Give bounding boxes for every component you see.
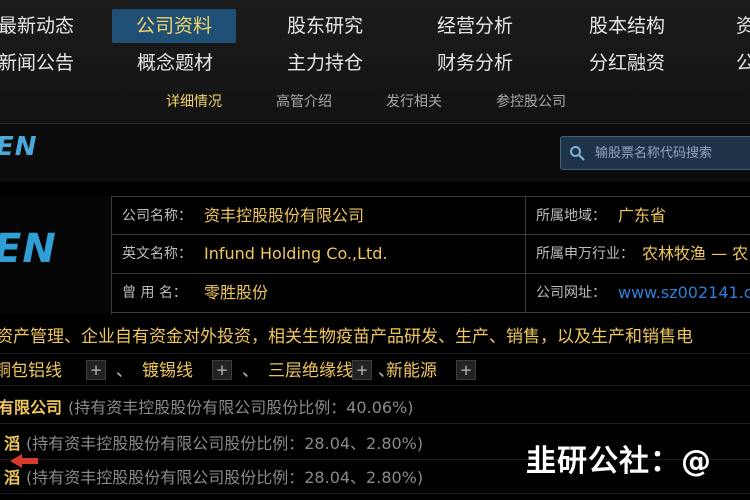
- subtab-holdings[interactable]: 参控股公司: [496, 88, 566, 116]
- company-name-label: 公司名称：: [122, 208, 192, 224]
- tab-latest-news[interactable]: 最新动态: [0, 9, 74, 43]
- add-concept-button[interactable]: +: [352, 360, 372, 380]
- industry-label: 所属申万行业：: [536, 246, 634, 262]
- concept-tag[interactable]: 铜包铝线: [0, 358, 62, 384]
- sub-navigation: 详细情况 高管介绍 发行相关 参控股公司: [150, 88, 600, 116]
- nav-row-secondary: 新闻公告 概念题材 主力持仓 财务分析 分红融资 公: [0, 46, 750, 82]
- website-link[interactable]: www.sz002141.co: [618, 274, 750, 312]
- tab-main-positions[interactable]: 主力持仓: [270, 46, 380, 80]
- add-concept-button[interactable]: +: [456, 360, 476, 380]
- info-row-former: 曾 用 名： 零胜股份 公司网址： www.sz002141.co: [112, 274, 750, 313]
- info-row-name: 公司名称： 资丰控股股份有限公司 所属地域： 广东省: [112, 196, 750, 235]
- add-concept-button[interactable]: +: [86, 360, 106, 380]
- website-label: 公司网址：: [536, 285, 606, 301]
- tab-financial-analysis[interactable]: 财务分析: [420, 46, 530, 80]
- separator: 、: [242, 361, 259, 381]
- tab-concept-themes[interactable]: 概念题材: [120, 46, 230, 80]
- english-name-label: 英文名称：: [122, 246, 192, 262]
- top-navigation: 最新动态 公司资料 股东研究 经营分析 股本结构 资 新闻公告 概念题材 主力持…: [0, 0, 750, 124]
- search-box[interactable]: [560, 136, 750, 170]
- cell-divider: [525, 235, 526, 273]
- concept-tags: 铜包铝线 + 、 镀锡线 + 、 三层绝缘线 + 、 新能源 +: [0, 356, 750, 386]
- business-scope: 资产管理、企业自有资金对外投资，相关生物疫苗产品研发、生产、销售，以及生产和销售…: [0, 320, 750, 354]
- arrow-icon: [10, 454, 38, 468]
- subtab-issuance[interactable]: 发行相关: [386, 88, 442, 116]
- info-row-english: 英文名称： Infund Holding Co.,Ltd. 所属申万行业： 农林…: [112, 235, 750, 274]
- former-name-label: 曾 用 名：: [122, 285, 187, 301]
- business-scope-text: 资产管理、企业自有资金对外投资，相关生物疫苗产品研发、生产、销售，以及生产和销售…: [0, 327, 693, 347]
- concept-tag[interactable]: 镀锡线: [142, 358, 193, 384]
- nav-row-primary: 最新动态 公司资料 股东研究 经营分析 股本结构 资: [0, 9, 750, 45]
- holding-ratio: (持有资丰控股股份有限公司股份比例：40.06%): [68, 398, 414, 417]
- holding-name[interactable]: 有限公司: [0, 392, 62, 424]
- watermark: 韭研公社：@: [526, 444, 712, 479]
- tab-company-profile[interactable]: 公司资料: [112, 9, 236, 43]
- separator: 、: [116, 361, 133, 381]
- subtab-executives[interactable]: 高管介绍: [276, 88, 332, 116]
- industry-value[interactable]: 农林牧渔 — 农: [642, 235, 748, 273]
- tab-cut-off-1[interactable]: 资: [736, 9, 750, 43]
- company-name-value: 资丰控股股份有限公司: [204, 206, 365, 225]
- search-icon[interactable]: [569, 145, 585, 161]
- add-concept-button[interactable]: +: [212, 360, 232, 380]
- company-logo: EN: [0, 196, 112, 314]
- tab-news-announcements[interactable]: 新闻公告: [0, 46, 74, 80]
- cell-divider: [525, 274, 526, 312]
- english-name-value: Infund Holding Co.,Ltd.: [204, 244, 388, 263]
- subtab-details[interactable]: 详细情况: [166, 88, 222, 116]
- tab-share-structure[interactable]: 股本结构: [572, 9, 682, 43]
- concept-tag[interactable]: 三层绝缘线: [268, 358, 353, 384]
- concept-tag[interactable]: 新能源: [386, 358, 437, 384]
- region-value: 广东省: [618, 206, 667, 225]
- logo-text: EN: [0, 226, 57, 272]
- search-input[interactable]: [595, 137, 750, 169]
- holding-ratio: (持有资丰控股股份有限公司股份比例：28.04、2.80%): [26, 468, 424, 487]
- tab-operation-analysis[interactable]: 经营分析: [420, 9, 530, 43]
- tab-shareholder-research[interactable]: 股东研究: [270, 9, 380, 43]
- tab-cut-off-2[interactable]: 公: [736, 46, 750, 80]
- brand-fragment: EN: [0, 132, 38, 162]
- tab-dividend-financing[interactable]: 分红融资: [572, 46, 682, 80]
- holding-row: 有限公司 (持有资丰控股股份有限公司股份比例：40.06%): [0, 392, 750, 424]
- region-label: 所属地域：: [536, 208, 606, 224]
- former-name-value: 零胜股份: [204, 283, 269, 302]
- cell-divider: [525, 197, 526, 235]
- company-info-table: EN 公司名称： 资丰控股股份有限公司 所属地域： 广东省 英文名称： Infu…: [0, 196, 750, 314]
- holding-ratio: (持有资丰控股股份有限公司股份比例：28.04、2.80%): [26, 434, 424, 453]
